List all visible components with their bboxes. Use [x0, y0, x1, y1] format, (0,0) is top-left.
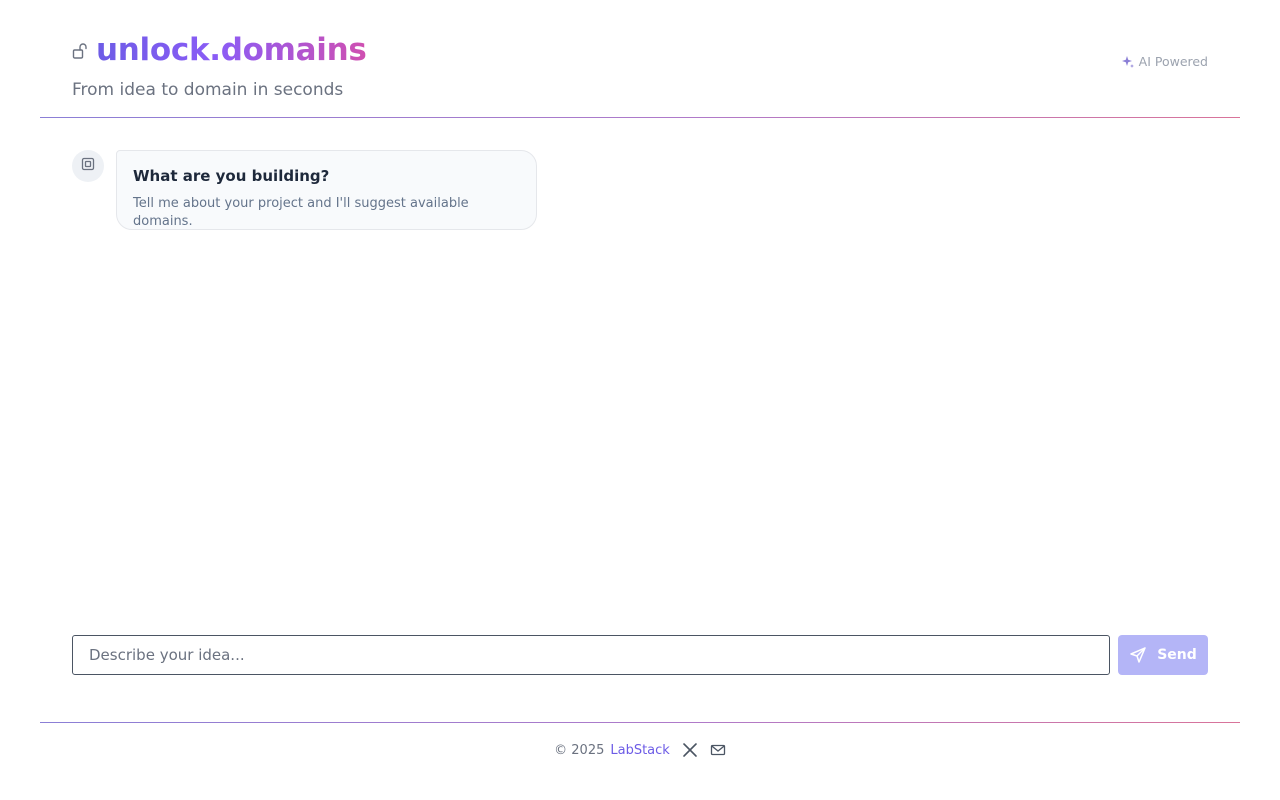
send-button[interactable]: Send — [1118, 635, 1208, 675]
sparkle-icon — [1121, 55, 1135, 69]
bot-avatar — [72, 150, 104, 182]
copyright-text: © 2025 — [554, 742, 605, 758]
send-icon — [1129, 646, 1147, 664]
ai-badge-label: AI Powered — [1138, 54, 1208, 69]
message-title: What are you building? — [133, 167, 330, 185]
brand-title: unlock.domains — [96, 32, 367, 68]
send-button-label: Send — [1157, 647, 1197, 663]
message-text: Tell me about your project and I'll sugg… — [133, 196, 469, 229]
x-logo-icon[interactable] — [682, 742, 698, 758]
bot-message: What are you building? Tell me about you… — [72, 150, 537, 230]
page: unlock.domains From idea to domain in se… — [0, 0, 1280, 800]
labstack-link[interactable]: LabStack — [610, 743, 669, 758]
chip-icon — [80, 156, 96, 176]
ai-powered-badge: AI Powered — [1121, 54, 1208, 69]
mail-icon[interactable] — [710, 742, 726, 758]
brand[interactable]: unlock.domains — [72, 30, 367, 70]
header: unlock.domains From idea to domain in se… — [40, 0, 1240, 118]
header-divider — [40, 117, 1240, 118]
tagline: From idea to domain in seconds — [72, 80, 344, 100]
lock-open-icon — [72, 42, 88, 60]
idea-input[interactable] — [72, 635, 1110, 675]
footer: © 2025 LabStack — [0, 740, 1280, 760]
composer: Send — [72, 635, 1208, 675]
message-bubble: What are you building? Tell me about you… — [116, 150, 537, 230]
footer-divider — [40, 722, 1240, 723]
